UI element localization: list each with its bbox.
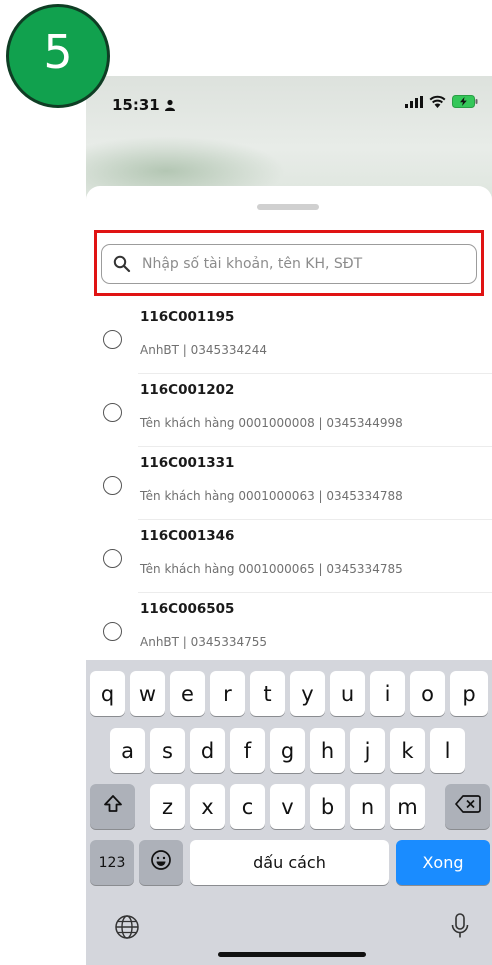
key-n[interactable]: n <box>350 784 385 829</box>
radio-button[interactable] <box>103 549 122 568</box>
wifi-icon <box>429 95 446 113</box>
radio-button[interactable] <box>103 622 122 641</box>
step-number: 5 <box>43 25 73 79</box>
key-u[interactable]: u <box>330 671 365 716</box>
key-p[interactable]: p <box>450 671 488 716</box>
battery-charging-icon <box>452 95 478 113</box>
account-detail: Tên khách hàng 0001000063 | 0345334788 <box>140 489 403 503</box>
radio-button[interactable] <box>103 330 122 349</box>
key-y[interactable]: y <box>290 671 325 716</box>
key-m[interactable]: m <box>390 784 425 829</box>
account-code: 116C001346 <box>140 528 235 544</box>
key-r[interactable]: r <box>210 671 245 716</box>
home-indicator[interactable] <box>218 952 366 957</box>
key-z[interactable]: z <box>150 784 185 829</box>
account-code: 116C001202 <box>140 382 235 398</box>
key-g[interactable]: g <box>270 728 305 773</box>
status-time: 15:31 <box>112 96 160 114</box>
microphone-icon[interactable] <box>450 912 470 945</box>
list-item[interactable]: 116C001331 Tên khách hàng 0001000063 | 0… <box>86 447 492 520</box>
key-t[interactable]: t <box>250 671 285 716</box>
search-placeholder: Nhập số tài khoản, tên KH, SĐT <box>142 256 363 272</box>
emoji-key[interactable] <box>139 840 183 885</box>
account-list: 116C001195 AnhBT | 0345334244 116C001202… <box>86 301 492 666</box>
account-code: 116C006505 <box>140 601 235 617</box>
on-screen-keyboard: q w e r t y u i o p a s d f g h j k l z … <box>86 660 492 965</box>
phone-screen: 15:31 Nhập số tài khoản, tên KH, SĐT 116… <box>86 76 492 965</box>
key-v[interactable]: v <box>270 784 305 829</box>
key-s[interactable]: s <box>150 728 185 773</box>
list-item[interactable]: 116C001195 AnhBT | 0345334244 <box>86 301 492 374</box>
account-code: 116C001331 <box>140 455 235 471</box>
shift-icon <box>102 793 124 820</box>
account-detail: Tên khách hàng 0001000008 | 0345344998 <box>140 416 403 430</box>
list-item[interactable]: 116C001202 Tên khách hàng 0001000008 | 0… <box>86 374 492 447</box>
key-a[interactable]: a <box>110 728 145 773</box>
key-f[interactable]: f <box>230 728 265 773</box>
key-x[interactable]: x <box>190 784 225 829</box>
key-i[interactable]: i <box>370 671 405 716</box>
key-d[interactable]: d <box>190 728 225 773</box>
backspace-key[interactable] <box>445 784 490 829</box>
account-picker-sheet: Nhập số tài khoản, tên KH, SĐT 116C00119… <box>86 186 492 666</box>
numbers-key[interactable]: 123 <box>90 840 134 885</box>
list-item[interactable]: 116C006505 AnhBT | 0345334755 <box>86 593 492 666</box>
key-o[interactable]: o <box>410 671 445 716</box>
sheet-grabber[interactable] <box>257 204 319 210</box>
key-b[interactable]: b <box>310 784 345 829</box>
key-e[interactable]: e <box>170 671 205 716</box>
radio-button[interactable] <box>103 476 122 495</box>
backspace-icon <box>454 794 481 819</box>
emoji-icon <box>150 849 172 876</box>
key-j[interactable]: j <box>350 728 385 773</box>
account-detail: AnhBT | 0345334244 <box>140 343 268 357</box>
key-h[interactable]: h <box>310 728 345 773</box>
space-key[interactable]: dấu cách <box>190 840 389 885</box>
key-q[interactable]: q <box>90 671 125 716</box>
search-icon <box>113 255 131 278</box>
account-detail: Tên khách hàng 0001000065 | 0345334785 <box>140 562 403 576</box>
key-w[interactable]: w <box>130 671 165 716</box>
person-icon <box>164 98 176 116</box>
radio-button[interactable] <box>103 403 122 422</box>
status-bar: 15:31 <box>86 76 492 120</box>
shift-key[interactable] <box>90 784 135 829</box>
signal-bars-icon <box>405 95 423 113</box>
done-key[interactable]: Xong <box>396 840 490 885</box>
status-icons <box>405 95 478 113</box>
list-item[interactable]: 116C001346 Tên khách hàng 0001000065 | 0… <box>86 520 492 593</box>
globe-icon[interactable] <box>114 914 140 945</box>
search-input[interactable]: Nhập số tài khoản, tên KH, SĐT <box>101 244 477 284</box>
account-detail: AnhBT | 0345334755 <box>140 635 268 649</box>
account-code: 116C001195 <box>140 309 235 325</box>
key-l[interactable]: l <box>430 728 465 773</box>
key-k[interactable]: k <box>390 728 425 773</box>
step-badge: 5 <box>6 4 110 108</box>
key-c[interactable]: c <box>230 784 265 829</box>
